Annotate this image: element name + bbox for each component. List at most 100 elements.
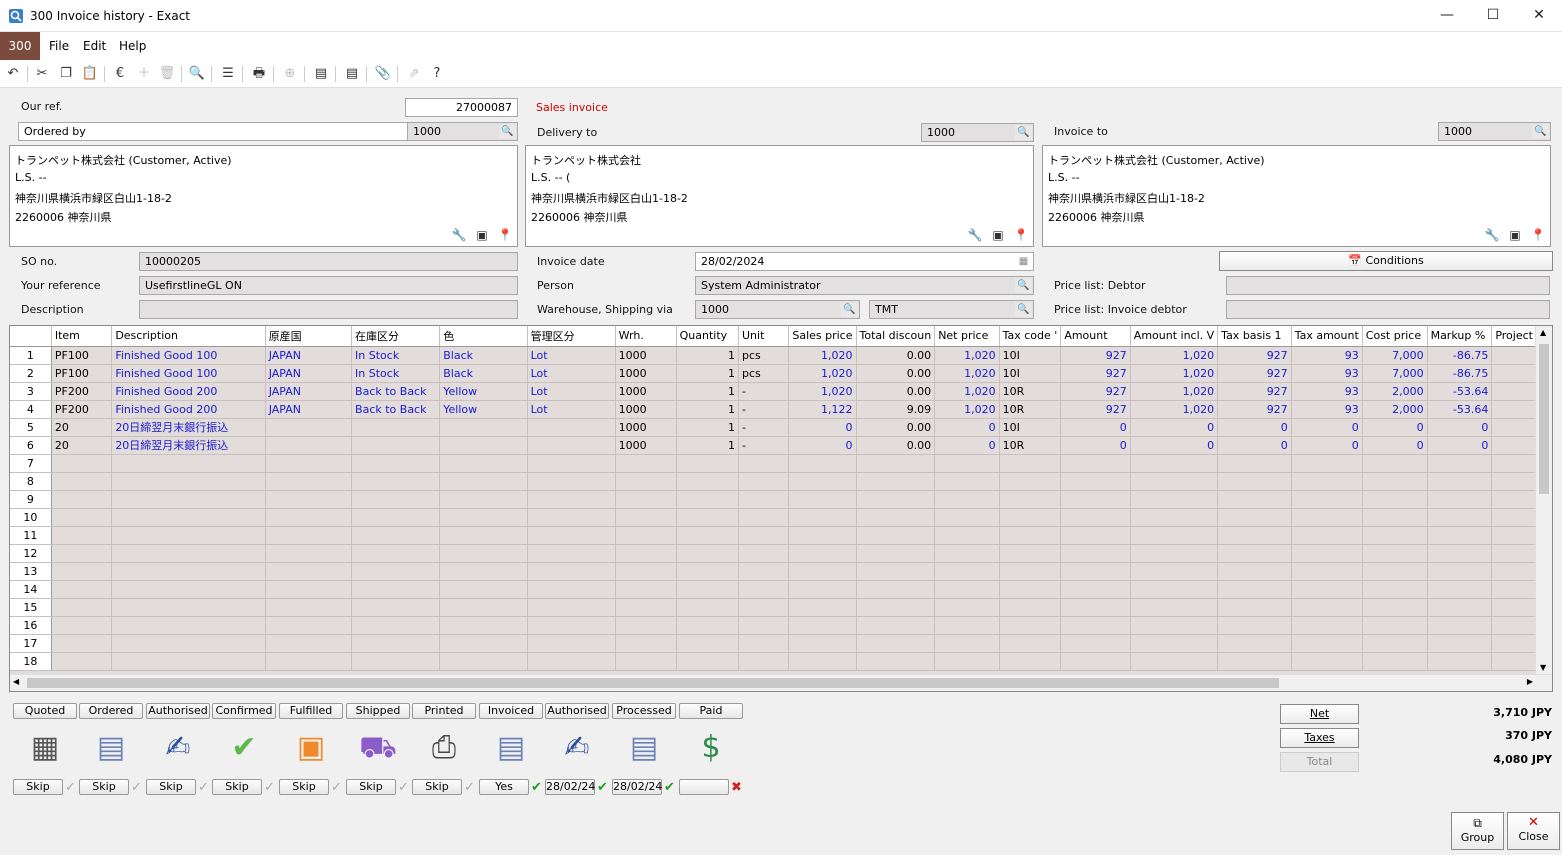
- table-cell[interactable]: -: [738, 436, 790, 455]
- table-cell[interactable]: [51, 508, 113, 527]
- table-cell[interactable]: [856, 490, 936, 509]
- row-number[interactable]: 7: [10, 454, 52, 473]
- table-cell[interactable]: [1291, 454, 1363, 473]
- table-cell[interactable]: [265, 472, 353, 491]
- row-number[interactable]: 17: [10, 634, 52, 653]
- table-cell[interactable]: 0.00: [856, 346, 936, 365]
- table-cell[interactable]: [1130, 580, 1219, 599]
- table-cell[interactable]: Lot: [527, 382, 616, 401]
- table-cell[interactable]: 0.00: [856, 418, 936, 437]
- column-header[interactable]: Description: [111, 326, 266, 347]
- table-cell[interactable]: 0: [934, 418, 1000, 437]
- table-cell[interactable]: [788, 544, 857, 563]
- table-cell[interactable]: 10R: [999, 400, 1062, 419]
- table-cell[interactable]: [788, 490, 857, 509]
- table-cell[interactable]: [51, 562, 113, 581]
- table-cell[interactable]: 10I: [999, 346, 1062, 365]
- column-header[interactable]: Tax amount: [1291, 326, 1363, 347]
- table-cell[interactable]: [1060, 472, 1131, 491]
- table-cell[interactable]: 1: [676, 364, 740, 383]
- table-cell[interactable]: [1130, 616, 1219, 635]
- table-cell[interactable]: [265, 616, 353, 635]
- lookup-icon[interactable]: 🔍: [1015, 278, 1032, 293]
- table-cell[interactable]: [788, 616, 857, 635]
- table-cell[interactable]: [934, 454, 1000, 473]
- stage-button[interactable]: Ordered: [79, 703, 143, 719]
- table-cell[interactable]: [738, 544, 790, 563]
- table-cell[interactable]: 1,020: [1130, 364, 1219, 383]
- table-cell[interactable]: [1291, 508, 1363, 527]
- invoice-date-field[interactable]: 28/02/2024 ▦: [695, 252, 1034, 271]
- person-field[interactable]: System Administrator 🔍: [695, 276, 1034, 295]
- column-header[interactable]: Amount incl. V: [1130, 326, 1219, 347]
- table-cell[interactable]: [1362, 472, 1428, 491]
- table-cell[interactable]: [351, 418, 441, 437]
- price-list-debtor-field[interactable]: [1226, 276, 1550, 295]
- table-cell[interactable]: 1: [676, 436, 740, 455]
- table-cell[interactable]: 7,000: [1362, 346, 1428, 365]
- table-row[interactable]: 5 20 20日締翌月末銀行振込 1000 1-0 0.00 0 10I 0 0 0 0 0 0: [10, 418, 1552, 437]
- table-cell[interactable]: [1362, 508, 1428, 527]
- table-cell[interactable]: [111, 634, 266, 653]
- table-cell[interactable]: [738, 652, 790, 671]
- table-row[interactable]: 6 20 20日締翌月末銀行振込 1000 1-0 0.00 0 10R 0 0 0 0 0 0: [10, 436, 1552, 455]
- menu-edit[interactable]: Edit: [83, 39, 106, 53]
- table-cell[interactable]: [265, 490, 353, 509]
- table-cell[interactable]: [999, 508, 1062, 527]
- table-cell[interactable]: 1000: [615, 400, 677, 419]
- table-cell[interactable]: [934, 490, 1000, 509]
- table-cell[interactable]: [856, 598, 936, 617]
- table-cell[interactable]: 927: [1217, 346, 1292, 365]
- table-cell[interactable]: JAPAN: [265, 400, 353, 419]
- table-cell[interactable]: [1060, 616, 1131, 635]
- export-icon[interactable]: ⇗: [404, 64, 424, 84]
- table-cell[interactable]: [527, 526, 616, 545]
- row-number[interactable]: 9: [10, 490, 52, 509]
- column-header[interactable]: Sales price: [788, 326, 857, 347]
- table-cell[interactable]: [111, 580, 266, 599]
- table-cell[interactable]: 0: [1427, 436, 1493, 455]
- column-header[interactable]: 在庫区分: [351, 326, 441, 347]
- table-cell[interactable]: 1000: [615, 418, 677, 437]
- table-cell[interactable]: [615, 562, 677, 581]
- row-number[interactable]: 14: [10, 580, 52, 599]
- our-ref-field[interactable]: 27000087: [405, 98, 518, 117]
- table-row[interactable]: 1 PF100 Finished Good 100 JAPAN In Stock Blac…: [10, 346, 1552, 365]
- table-cell[interactable]: [738, 508, 790, 527]
- cut-icon[interactable]: ✂: [32, 64, 52, 84]
- table-cell[interactable]: In Stock: [351, 364, 441, 383]
- table-cell[interactable]: [439, 580, 528, 599]
- table-cell[interactable]: [856, 526, 936, 545]
- table-cell[interactable]: [856, 580, 936, 599]
- table-cell[interactable]: [527, 598, 616, 617]
- help-icon[interactable]: ?: [427, 64, 447, 84]
- table-cell[interactable]: [111, 616, 266, 635]
- table-cell[interactable]: 1: [676, 400, 740, 419]
- table-row[interactable]: 12: [10, 544, 1552, 563]
- table-cell[interactable]: [51, 472, 113, 491]
- table-cell[interactable]: [856, 454, 936, 473]
- row-number[interactable]: 11: [10, 526, 52, 545]
- table-cell[interactable]: Black: [439, 364, 528, 383]
- table-cell[interactable]: [615, 526, 677, 545]
- table-cell[interactable]: 1000: [615, 364, 677, 383]
- table-cell[interactable]: [439, 490, 528, 509]
- table-cell[interactable]: [439, 598, 528, 617]
- table-cell[interactable]: [1291, 580, 1363, 599]
- currency-icon[interactable]: €: [110, 64, 130, 84]
- table-cell[interactable]: [615, 598, 677, 617]
- table-cell[interactable]: [527, 472, 616, 491]
- stage-button[interactable]: Quoted: [13, 703, 77, 719]
- table-cell[interactable]: [1130, 598, 1219, 617]
- table-cell[interactable]: 1000: [615, 382, 677, 401]
- stage-action-button[interactable]: Skip: [412, 779, 462, 795]
- table-cell[interactable]: [1060, 652, 1131, 671]
- table-cell[interactable]: Finished Good 100: [111, 364, 266, 383]
- table-cell[interactable]: [999, 454, 1062, 473]
- table-cell[interactable]: [1217, 598, 1292, 617]
- table-cell[interactable]: [1427, 544, 1493, 563]
- stage-button[interactable]: Invoiced: [479, 703, 543, 719]
- table-cell[interactable]: [856, 652, 936, 671]
- table-cell[interactable]: -53.64: [1427, 382, 1493, 401]
- stage-button[interactable]: Shipped: [346, 703, 410, 719]
